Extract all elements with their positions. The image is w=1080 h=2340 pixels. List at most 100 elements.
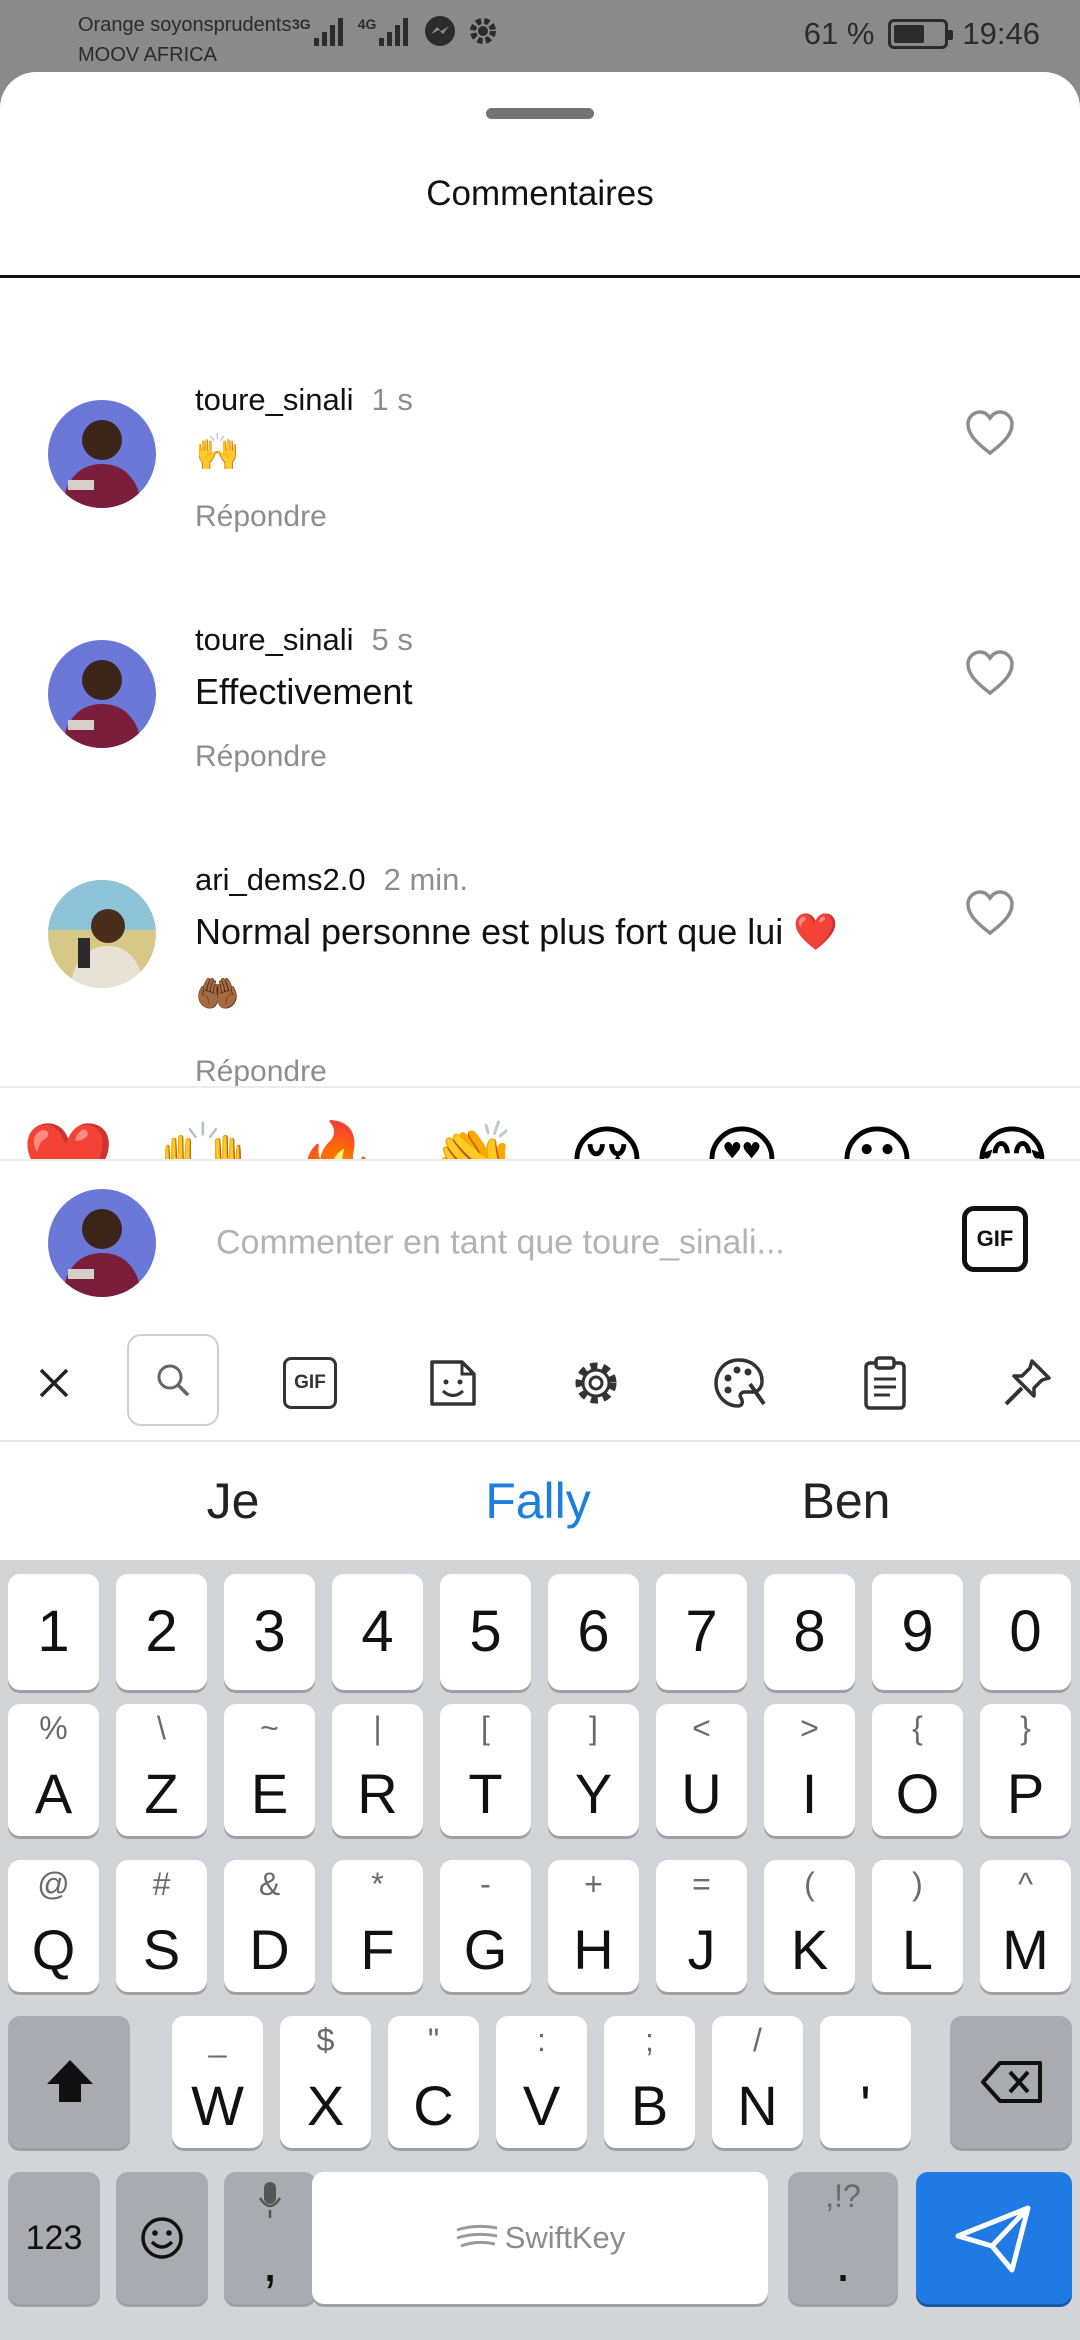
comment-username[interactable]: toure_sinali: [195, 382, 354, 417]
key-5[interactable]: 5: [440, 1574, 531, 1690]
key-label: ,: [262, 2230, 278, 2293]
key-c[interactable]: " C: [388, 2016, 479, 2148]
key-r[interactable]: | R: [332, 1704, 423, 1836]
key-1[interactable]: 1: [8, 1574, 99, 1690]
close-icon[interactable]: [9, 1324, 99, 1442]
comma-key[interactable]: ,: [224, 2172, 316, 2304]
key-s[interactable]: # S: [116, 1860, 207, 1992]
key-n[interactable]: / N: [712, 2016, 803, 2148]
period-key[interactable]: ,!?.: [788, 2172, 898, 2304]
shift-key[interactable]: [8, 2016, 130, 2148]
key-secondary-label: ,!?: [825, 2178, 861, 2214]
key-secondary-label: <: [692, 1710, 711, 1746]
key-x[interactable]: $ X: [280, 2016, 371, 2148]
space-bar[interactable]: SwiftKey: [312, 2172, 768, 2304]
key-label: 7: [685, 1599, 718, 1664]
emoji-key[interactable]: [116, 2172, 208, 2304]
palette-icon[interactable]: [694, 1324, 784, 1442]
keyboard: 1 2 3 4 5 6 7 8 9 0% A \ Z ~ E | R[T] Y < U > I{O} P @ Q # S & D * F - G…: [0, 1560, 1080, 2340]
key-p[interactable]: } P: [980, 1704, 1071, 1836]
key-label: J: [687, 1918, 716, 1981]
comment-text: 🙌: [195, 431, 240, 472]
comment-input[interactable]: Commenter en tant que toure_sinali...: [216, 1224, 785, 1263]
key-b[interactable]: ; B: [604, 2016, 695, 2148]
clipboard-icon[interactable]: [840, 1324, 930, 1442]
avatar[interactable]: [48, 400, 156, 508]
microphone-icon: [258, 2182, 282, 2218]
key-label: .: [835, 2230, 851, 2293]
battery-icon: [888, 19, 954, 49]
key-i[interactable]: > I: [764, 1704, 855, 1836]
comment-username[interactable]: toure_sinali: [195, 622, 354, 657]
key-v[interactable]: :V: [496, 2016, 587, 2148]
key-k[interactable]: (K: [764, 1860, 855, 1992]
key-6[interactable]: 6: [548, 1574, 639, 1690]
key-o[interactable]: {O: [872, 1704, 963, 1836]
send-key[interactable]: [916, 2172, 1072, 2304]
key-label: 1: [37, 1599, 70, 1664]
comment-username[interactable]: ari_dems2.0: [195, 862, 366, 897]
reply-button[interactable]: Répondre: [195, 1055, 327, 1089]
key-z[interactable]: \ Z: [116, 1704, 207, 1836]
key-0[interactable]: 0: [980, 1574, 1071, 1690]
key-secondary-label: ^: [1017, 1866, 1033, 1902]
like-heart-icon[interactable]: [964, 649, 1016, 697]
key-secondary-label: *: [371, 1866, 384, 1902]
suggestion-center[interactable]: Fally: [485, 1472, 591, 1530]
numbers-key[interactable]: 123: [8, 2172, 100, 2304]
key-label: D: [249, 1918, 290, 1981]
gif-button[interactable]: GIF: [962, 1206, 1028, 1272]
key-label: ': [860, 2074, 871, 2137]
key-m[interactable]: ^ M: [980, 1860, 1071, 1992]
key-a[interactable]: % A: [8, 1704, 99, 1836]
key-2[interactable]: 2: [116, 1574, 207, 1690]
key-q[interactable]: @ Q: [8, 1860, 99, 1992]
key-4[interactable]: 4: [332, 1574, 423, 1690]
key-y[interactable]: ] Y: [548, 1704, 639, 1836]
app-screen: Orange soyonsprudents MOOV AFRICA 3G 4G …: [0, 0, 1080, 2340]
settings-icon[interactable]: [551, 1324, 641, 1442]
key-8[interactable]: 8: [764, 1574, 855, 1690]
key-label: U: [681, 1762, 722, 1825]
key-label: P: [1006, 1762, 1045, 1825]
swiftkey-logo: SwiftKey: [312, 2220, 768, 2256]
sticker-icon[interactable]: [408, 1324, 498, 1442]
key-label: A: [34, 1762, 73, 1825]
key-d[interactable]: & D: [224, 1860, 315, 1992]
key-label: 0: [1009, 1599, 1042, 1664]
key-h[interactable]: + H: [548, 1860, 639, 1992]
key-7[interactable]: 7: [656, 1574, 747, 1690]
settings-gear-icon: [470, 18, 497, 44]
key-secondary-label: ": [427, 2022, 440, 2058]
key-w[interactable]: _ W: [172, 2016, 263, 2148]
key-e[interactable]: ~ E: [224, 1704, 315, 1836]
suggestion-strip: Je Fally Ben: [0, 1442, 1080, 1560]
like-heart-icon[interactable]: [964, 889, 1016, 937]
backspace-key[interactable]: [950, 2016, 1072, 2148]
backspace-icon: [981, 2061, 1042, 2103]
key-l[interactable]: ) L: [872, 1860, 963, 1992]
key-label: Z: [144, 1762, 179, 1825]
key-label: N: [737, 2074, 778, 2137]
key-t[interactable]: [T: [440, 1704, 531, 1836]
carrier-name-2: MOOV AFRICA: [78, 44, 217, 66]
search-icon[interactable]: [127, 1334, 219, 1426]
avatar[interactable]: [48, 640, 156, 748]
gif-icon[interactable]: GIF: [265, 1324, 355, 1442]
key-f[interactable]: * F: [332, 1860, 423, 1992]
avatar[interactable]: [48, 880, 156, 988]
emoji-icon: [141, 2217, 183, 2259]
pin-icon[interactable]: [982, 1324, 1072, 1442]
suggestion-right[interactable]: Ben: [802, 1472, 891, 1530]
key-u[interactable]: < U: [656, 1704, 747, 1836]
key-g[interactable]: -G: [440, 1860, 531, 1992]
like-heart-icon[interactable]: [964, 409, 1016, 457]
key-9[interactable]: 9: [872, 1574, 963, 1690]
suggestion-left[interactable]: Je: [207, 1472, 260, 1530]
key-j[interactable]: = J: [656, 1860, 747, 1992]
comment-meta: toure_sinali 1 s: [195, 382, 413, 418]
key-3[interactable]: 3: [224, 1574, 315, 1690]
key-label: Y: [574, 1762, 613, 1825]
drag-handle[interactable]: [486, 108, 594, 119]
key-apostrophe[interactable]: ': [820, 2016, 911, 2148]
